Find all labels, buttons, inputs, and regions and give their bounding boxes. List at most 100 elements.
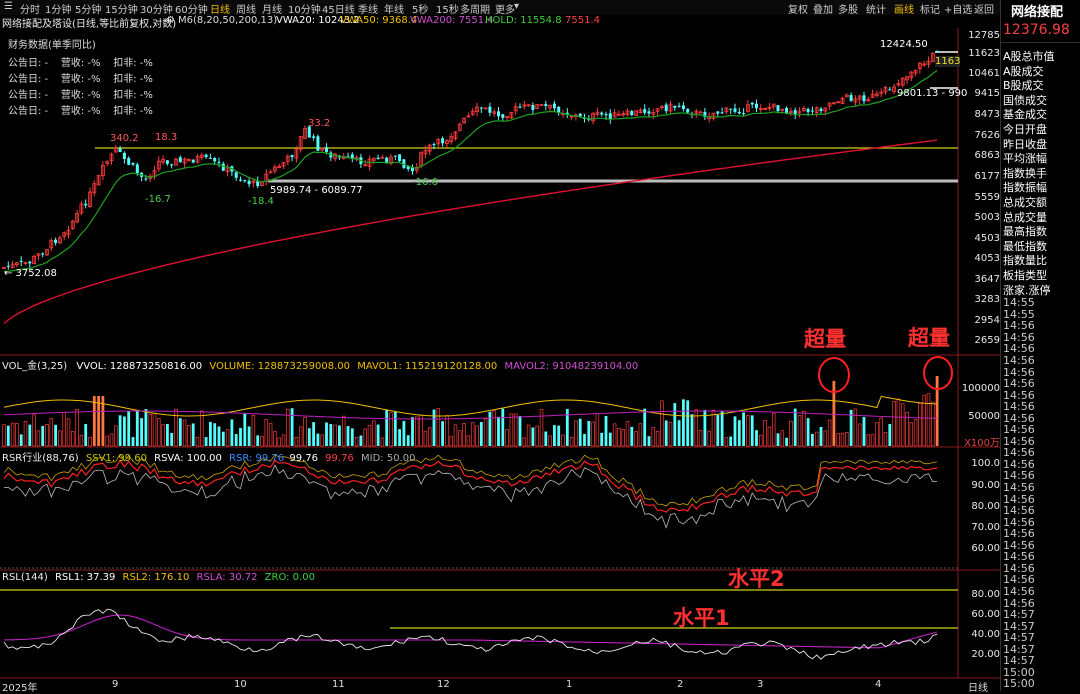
volume-bar	[251, 415, 256, 447]
candle	[243, 180, 247, 182]
panel-item[interactable]: 最低指数	[1003, 238, 1047, 254]
candle	[312, 136, 316, 138]
volume-bar	[458, 430, 462, 447]
candle	[131, 163, 135, 165]
rsr-tick: 60.00	[971, 543, 1000, 554]
volume-bar	[664, 420, 668, 446]
panel-item[interactable]: A股成交	[1003, 63, 1044, 79]
trough-label-2: -18.4	[248, 196, 274, 207]
panel-item[interactable]: 总成交量	[1003, 209, 1047, 225]
candle	[578, 113, 582, 117]
volume-bar	[526, 424, 531, 447]
volume-bar	[698, 429, 703, 447]
zro-value: ZRO: 0.00	[264, 572, 315, 583]
volume-bar	[832, 381, 836, 446]
candle	[630, 111, 634, 116]
volume-bar	[827, 419, 832, 447]
panel-item[interactable]: 指数换手	[1003, 165, 1047, 181]
candle	[720, 112, 724, 114]
rsl2-value: RSL2: 176.10	[122, 572, 190, 583]
candle	[785, 107, 789, 113]
volume-bar	[475, 425, 479, 447]
price-tick: 3283	[974, 294, 1000, 305]
panel-divider	[1001, 42, 1080, 43]
rsr-tick: 100.0	[971, 458, 1000, 469]
support-range-label: 5989.74 - 6089.77	[270, 185, 363, 196]
panel-item[interactable]: 昨日收盘	[1003, 136, 1047, 152]
price-tick: 4503	[974, 233, 1000, 244]
candle	[135, 164, 139, 174]
candle	[165, 160, 169, 164]
candle	[716, 111, 720, 114]
volume-bar	[836, 433, 840, 447]
volume-bar	[187, 425, 191, 447]
volume-bar	[174, 408, 178, 447]
panel-item[interactable]: B股成交	[1003, 77, 1044, 93]
volume-bar	[225, 429, 230, 447]
volume-bar	[415, 416, 419, 447]
volume-bar	[260, 436, 264, 447]
volume-bar	[294, 437, 299, 447]
candle	[531, 104, 535, 110]
volume-bar	[655, 430, 660, 447]
candle	[810, 110, 814, 112]
trough-label-3: -16.6	[412, 177, 438, 188]
volume-bar	[617, 428, 621, 447]
panel-item[interactable]: 涨家.涨停	[1003, 282, 1051, 298]
panel-item[interactable]: 指数振幅	[1003, 179, 1047, 195]
volume-bar	[41, 425, 45, 446]
volume-bar	[243, 413, 247, 446]
volume-bar	[806, 418, 810, 446]
date-tick: 2025年	[2, 683, 38, 694]
volume-bar	[2, 424, 6, 447]
price-tick: 5559	[974, 192, 1000, 203]
volume-bar	[234, 434, 238, 446]
rsr-tick: 90.00	[971, 480, 1000, 491]
volume-bar	[466, 435, 471, 447]
panel-item[interactable]: 指数量比	[1003, 252, 1047, 268]
volume-bar	[123, 416, 126, 446]
kline-chart[interactable]	[0, 0, 1000, 691]
volume-bar	[561, 434, 565, 447]
panel-item[interactable]: 今日开盘	[1003, 121, 1047, 137]
panel-item[interactable]: 基金成交	[1003, 106, 1047, 122]
volume-bar	[195, 436, 200, 447]
panel-item[interactable]: 平均涨幅	[1003, 150, 1047, 166]
panel-item[interactable]: A股总市值	[1003, 48, 1055, 64]
volume-bar	[591, 421, 595, 447]
volume-bar	[682, 399, 685, 446]
volume-bar	[411, 417, 414, 446]
volume-bar	[10, 422, 15, 447]
volume-bar	[780, 430, 785, 447]
ssv1-value: SSV1: 99.60	[85, 453, 147, 464]
panel-item[interactable]: 总成交额	[1003, 194, 1047, 210]
volume-bar	[230, 419, 234, 446]
volume-bar	[170, 432, 174, 446]
volume-bar	[393, 411, 397, 446]
volume-bar	[325, 422, 328, 446]
candle	[385, 157, 389, 163]
volume-bar	[888, 423, 892, 446]
volume-bar	[690, 414, 694, 446]
volume-bar	[45, 424, 49, 447]
volume-bar	[204, 437, 208, 446]
volume-bar	[144, 408, 148, 446]
volume-bar	[127, 411, 131, 446]
volume-bar	[797, 415, 802, 447]
price-tick: 2954	[974, 315, 1000, 326]
rsl-header: RSL(144) RSL1: 37.39 RSL2: 176.10 RSLA: …	[2, 572, 315, 583]
panel-item[interactable]: 板指类型	[1003, 267, 1047, 283]
date-tick: 11	[332, 679, 345, 690]
date-axis-period: 日线	[968, 683, 988, 694]
panel-item[interactable]: 最高指数	[1003, 223, 1047, 239]
candle	[849, 95, 853, 101]
volume-bar	[509, 413, 514, 447]
volume-bar	[256, 435, 260, 446]
candle	[750, 102, 754, 105]
panel-item[interactable]: 国债成交	[1003, 92, 1047, 108]
candle	[862, 95, 866, 102]
rsr-white-line	[3, 464, 938, 529]
candle	[376, 157, 380, 160]
volume-bar	[578, 418, 582, 446]
volume-bar	[320, 434, 324, 447]
